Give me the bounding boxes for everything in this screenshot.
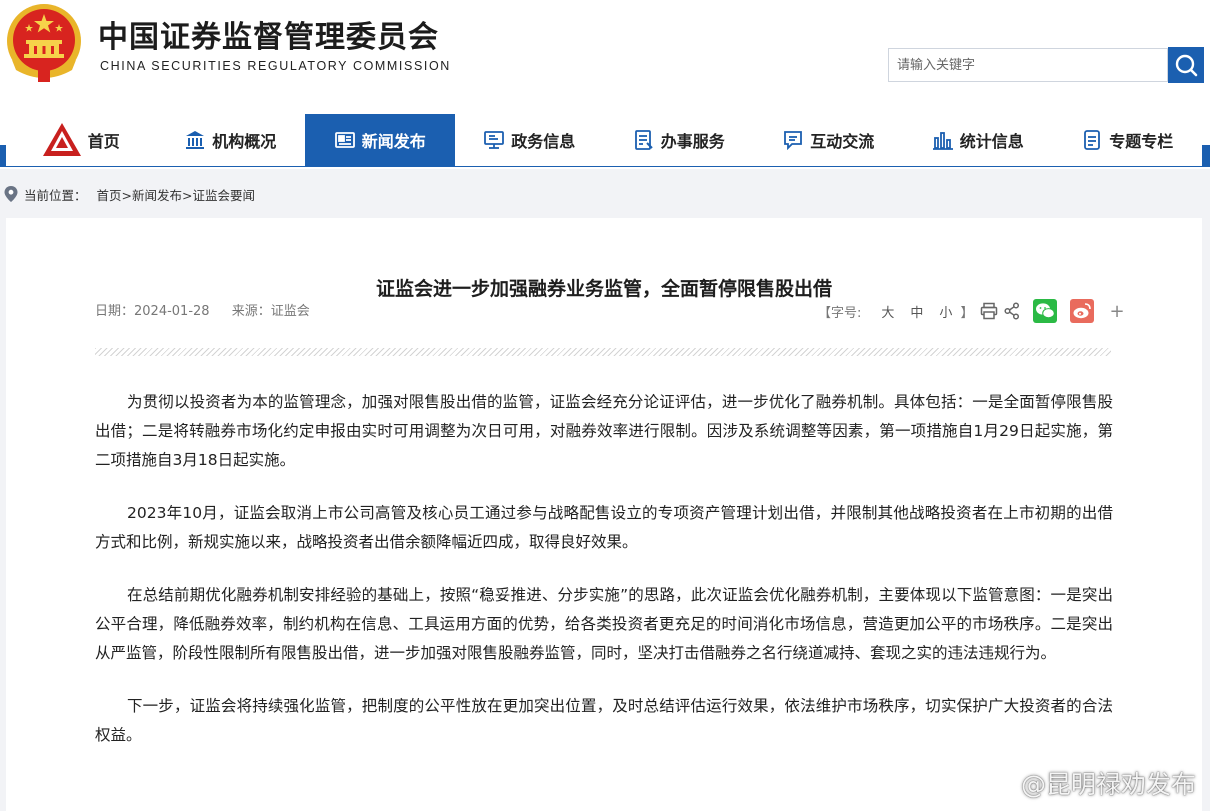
home-logo-icon [42, 122, 82, 158]
nav-item-label: 政务信息 [511, 132, 576, 151]
site-title: 中国证券监督管理委员会 [98, 20, 439, 55]
nav-item-statistics[interactable]: 统计信息 [903, 114, 1053, 166]
search-input[interactable] [888, 48, 1168, 82]
site-header: 中国证券监督管理委员会 CHINA SECURITIES REGULATORY … [0, 0, 1210, 112]
share-button[interactable] [1004, 302, 1020, 320]
nav-item-special-topics[interactable]: 专题专栏 [1053, 114, 1203, 166]
nav-item-home[interactable]: 首页 [6, 114, 156, 166]
article-body: 为贯彻以投资者为本的监管理念，加强对限售股出借的监管，证监会经充分论证评估，进一… [95, 388, 1113, 774]
nav-item-label: 新闻发布 [361, 132, 426, 151]
location-pin-icon [4, 186, 18, 202]
nav-item-label: 首页 [87, 132, 120, 151]
nav-item-gov-info[interactable]: 政务信息 [455, 114, 605, 166]
article-paragraph: 为贯彻以投资者为本的监管理念，加强对限售股出借的监管，证监会经充分论证评估，进一… [95, 393, 1113, 469]
font-size-small-button[interactable]: 小 [939, 302, 952, 321]
watermark-text: @昆明禄劝发布 [1020, 770, 1196, 799]
bar-chart-icon [932, 129, 954, 151]
chat-icon [782, 129, 804, 151]
nav-item-label: 互动交流 [810, 132, 875, 151]
newspaper-icon [334, 129, 356, 151]
nav-item-news[interactable]: 新闻发布 [305, 114, 455, 166]
wechat-share-button[interactable] [1033, 299, 1058, 323]
weibo-share-button[interactable] [1070, 299, 1095, 323]
breadcrumb-path[interactable]: 首页>新闻发布>证监会要闻 [97, 185, 255, 204]
main-nav: 首页 机构概况 新闻发布 政务信息 办事服务 互动交流 统计信息 专题专栏 [6, 114, 1202, 166]
article-paragraph: 下一步，证监会将持续强化监管，把制度的公平性放在更加突出位置，及时总结评估运行效… [95, 697, 1113, 744]
article-panel: 证监会进一步加强融券业务监管，全面暂停限售股出借 日期：2024-01-28 来… [6, 218, 1202, 811]
nav-item-label: 办事服务 [660, 132, 725, 151]
article-divider [95, 348, 1111, 356]
font-size-label: 【字号: [818, 305, 862, 321]
nav-item-label: 机构概况 [212, 132, 277, 151]
breadcrumb: 当前位置： 首页>新闻发布>证监会要闻 [4, 184, 255, 204]
nav-item-label: 统计信息 [959, 132, 1024, 151]
print-button[interactable] [980, 302, 998, 320]
nav-item-label: 专题专栏 [1109, 132, 1174, 151]
article-source: 来源：证监会 [231, 304, 310, 319]
search-icon [1175, 54, 1198, 77]
more-share-button[interactable]: + [1109, 301, 1124, 322]
article-date: 日期：2024-01-28 [95, 304, 210, 319]
font-size-large-button[interactable]: 大 [881, 302, 894, 321]
font-size-medium-button[interactable]: 中 [910, 302, 923, 321]
article-paragraph: 2023年10月，证监会取消上市公司高管及核心员工通过参与战略配售设立的专项资产… [95, 504, 1113, 551]
article-paragraph: 在总结前期优化融券机制安排经验的基础上，按照“稳妥推进、分步实施”的思路，此次证… [95, 586, 1113, 662]
weibo-icon [1073, 303, 1092, 319]
article-meta: 日期：2024-01-28 来源：证监会 [95, 300, 328, 319]
share-icon [1004, 302, 1020, 320]
printer-icon [981, 302, 998, 320]
breadcrumb-label: 当前位置： [24, 187, 87, 203]
search-button[interactable] [1168, 47, 1204, 83]
watermark: @昆明禄劝发布 [985, 765, 1196, 801]
article-tools: 【字号: 大 中 小 】 + [818, 298, 1128, 324]
article-title: 证监会进一步加强融券业务监管，全面暂停限售股出借 [375, 278, 832, 300]
building-icon [184, 129, 206, 151]
document-icon [1081, 129, 1103, 151]
site-subtitle: CHINA SECURITIES REGULATORY COMMISSION [100, 59, 451, 73]
monitor-icon [483, 129, 505, 151]
national-emblem-icon[interactable] [4, 2, 84, 84]
form-icon [633, 129, 655, 151]
weibo-watermark-icon [985, 773, 1013, 795]
wechat-icon [1036, 303, 1056, 319]
nav-item-services[interactable]: 办事服务 [604, 114, 754, 166]
nav-item-about[interactable]: 机构概况 [156, 114, 306, 166]
nav-item-interaction[interactable]: 互动交流 [754, 114, 904, 166]
font-size-bracket: 】 [960, 305, 974, 321]
